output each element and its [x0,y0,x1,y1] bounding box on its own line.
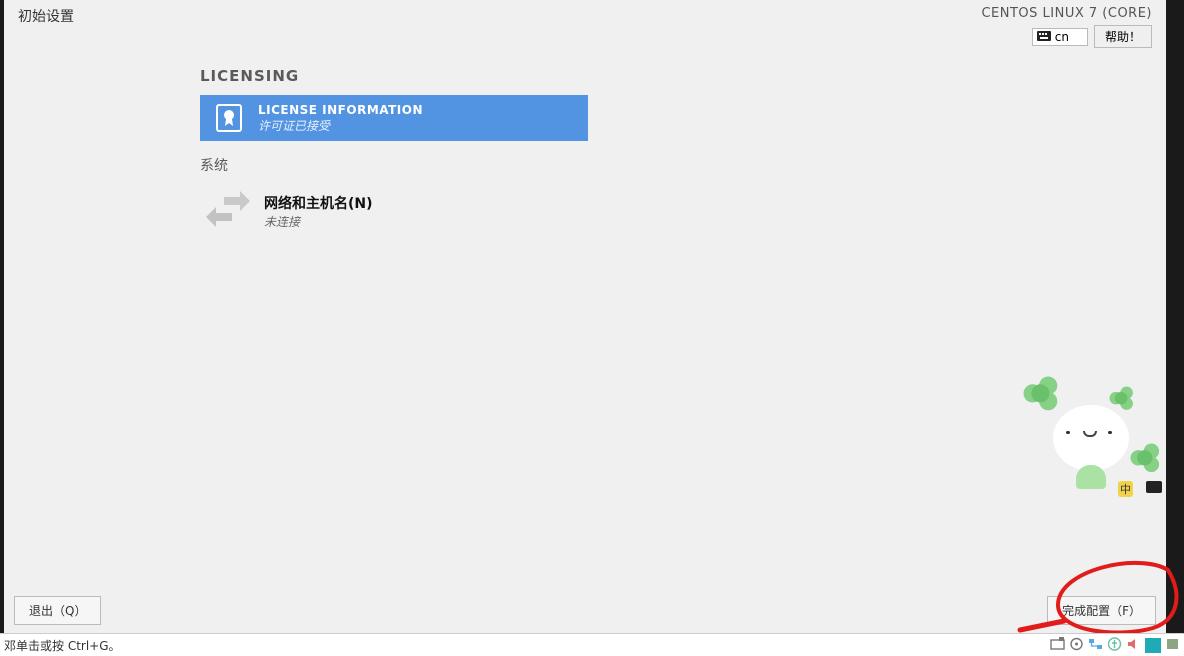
quit-button[interactable]: 退出（Q） [14,596,101,625]
tray-settings-icon[interactable] [1165,637,1180,654]
tray-usb-icon[interactable] [1107,637,1122,654]
system-section-heading: 系统 [200,155,1166,175]
network-text: 网络和主机名(N) 未连接 [264,193,373,230]
license-info-title: LICENSE INFORMATION [258,103,423,117]
mascot-decoration: 中 [1018,385,1168,505]
footer: 退出（Q） 完成配置（F） [4,593,1166,633]
page-title: 初始设置 [18,6,74,26]
tray-optical-icon[interactable] [1069,637,1084,654]
initial-setup-window: 初始设置 CENTOS LINUX 7 (CORE) cn 帮助！ LICENS… [4,0,1166,633]
finish-configuration-button[interactable]: 完成配置（F） [1047,596,1156,625]
network-title: 网络和主机名(N) [264,193,373,213]
network-status: 未连接 [264,213,373,230]
tray-disk-icon[interactable] [1050,637,1065,654]
license-information-spoke[interactable]: LICENSE INFORMATION 许可证已接受 [200,95,588,141]
header: 初始设置 CENTOS LINUX 7 (CORE) cn 帮助！ [4,0,1166,47]
tray-app-icon[interactable] [1145,638,1161,653]
content-area: LICENSING LICENSE INFORMATION 许可证已接受 系统 [4,47,1166,593]
licensing-section-heading: LICENSING [200,67,1166,85]
statusbar-hint: 邓单击或按 Ctrl+G。 [4,637,121,654]
network-arrows-icon [206,187,250,235]
keyboard-layout-code: cn [1055,30,1069,44]
keyboard-icon [1037,30,1051,44]
system-tray [1050,637,1180,654]
license-text: LICENSE INFORMATION 许可证已接受 [258,103,423,134]
tray-sound-icon[interactable] [1126,637,1141,654]
os-name: CENTOS LINUX 7 (CORE) [981,6,1152,21]
license-info-status: 许可证已接受 [258,117,423,134]
license-icon [210,99,248,137]
mascot-tag: 中 [1118,481,1133,497]
network-hostname-spoke[interactable]: 网络和主机名(N) 未连接 [200,185,1166,237]
header-right: CENTOS LINUX 7 (CORE) cn 帮助！ [981,6,1152,48]
host-status-bar: 邓单击或按 Ctrl+G。 [0,633,1184,656]
keyboard-layout-selector[interactable]: cn [1032,28,1088,46]
help-button[interactable]: 帮助！ [1094,25,1152,48]
tray-network-icon[interactable] [1088,637,1103,654]
